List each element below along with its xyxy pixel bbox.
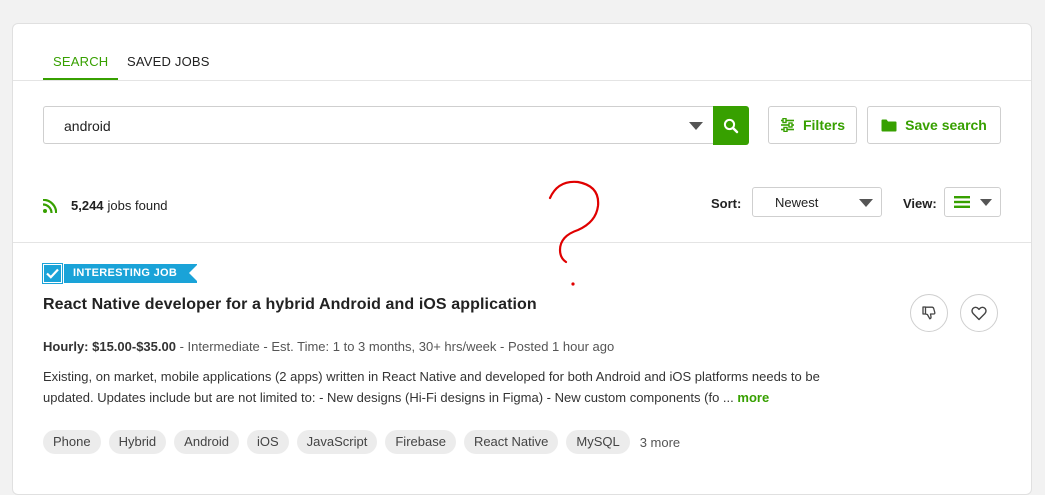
- search-field[interactable]: [43, 106, 713, 145]
- skill-tag[interactable]: MySQL: [566, 430, 630, 454]
- skill-tag[interactable]: Phone: [43, 430, 101, 454]
- thumbs-down-icon: [922, 306, 936, 320]
- jobs-found-label: jobs found: [107, 198, 168, 213]
- folder-icon: [881, 119, 897, 131]
- view-label: View:: [903, 196, 937, 211]
- tabs-divider: [13, 80, 1031, 81]
- sort-select[interactable]: Newest: [752, 187, 882, 217]
- save-search-label: Save search: [905, 117, 987, 133]
- more-tags-link[interactable]: 3 more: [640, 435, 680, 450]
- jobs-found: 5,244 jobs found: [43, 198, 168, 213]
- interesting-job-badge: INTERESTING JOB: [42, 263, 199, 284]
- job-rate: Hourly: $15.00-$35.00: [43, 339, 176, 354]
- chevron-down-icon: [859, 199, 873, 207]
- tab-saved-jobs[interactable]: SAVED JOBS: [127, 54, 210, 78]
- rss-icon[interactable]: [43, 198, 57, 213]
- job-description: Existing, on market, mobile applications…: [43, 366, 833, 408]
- job-search-card: SEARCH SAVED JOBS Filters Save search: [12, 23, 1032, 495]
- check-icon: [42, 263, 63, 284]
- tab-search[interactable]: SEARCH: [43, 54, 119, 81]
- search-input[interactable]: [62, 107, 666, 145]
- skill-tag[interactable]: JavaScript: [296, 430, 378, 454]
- skill-tag[interactable]: React Native: [463, 430, 559, 454]
- badge-label: INTERESTING JOB: [64, 264, 199, 283]
- skill-tag[interactable]: iOS: [246, 430, 289, 454]
- save-job-button[interactable]: [960, 294, 998, 332]
- filters-label: Filters: [802, 117, 845, 133]
- search-button[interactable]: [713, 106, 749, 145]
- dislike-button[interactable]: [910, 294, 948, 332]
- job-meta: Hourly: $15.00-$35.00 - Intermediate - E…: [43, 339, 614, 354]
- jobs-count: 5,244: [71, 198, 104, 213]
- search-icon: [723, 118, 739, 133]
- filters-icon: [780, 118, 794, 132]
- skill-tag[interactable]: Android: [174, 430, 239, 454]
- sort-value: Newest: [775, 195, 819, 210]
- search-dropdown-icon[interactable]: [689, 122, 703, 130]
- results-divider: [13, 242, 1031, 243]
- save-search-button[interactable]: Save search: [867, 106, 1001, 144]
- sort-label: Sort:: [711, 196, 742, 211]
- chevron-down-icon: [980, 199, 992, 206]
- job-title[interactable]: React Native developer for a hybrid Andr…: [43, 296, 537, 314]
- job-meta-details: - Intermediate - Est. Time: 1 to 3 month…: [175, 339, 615, 354]
- more-link[interactable]: more: [737, 390, 769, 405]
- heart-icon: [971, 306, 987, 320]
- skill-tags: Phone Hybrid Android iOS JavaScript Fire…: [43, 430, 680, 454]
- job-description-text: Existing, on market, mobile applications…: [43, 369, 820, 405]
- filters-button[interactable]: Filters: [768, 106, 857, 144]
- skill-tag[interactable]: Hybrid: [108, 430, 167, 454]
- question-mark-annotation: [548, 180, 600, 286]
- view-select[interactable]: [944, 187, 1001, 217]
- skill-tag[interactable]: Firebase: [385, 430, 456, 454]
- list-view-icon: [954, 196, 970, 208]
